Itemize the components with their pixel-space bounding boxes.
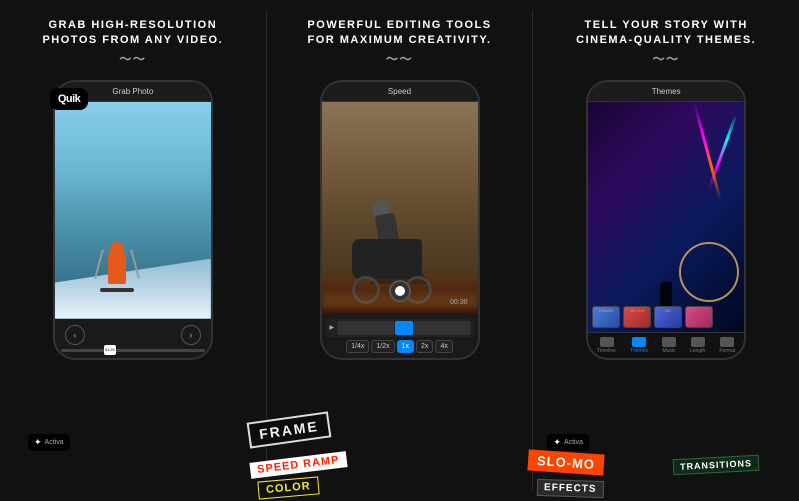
tab-timeline[interactable]: Timeline (597, 337, 616, 354)
phone-2: Speed (320, 80, 480, 360)
panel-3-heading: TELL YOUR STORY WITH CINEMA-QUALITY THEM… (576, 18, 756, 68)
phone-mockup-3: Themes TRAVEL (581, 80, 751, 370)
phone-3: Themes TRAVEL (586, 80, 746, 360)
speed-btn-1-4x[interactable]: 1/4x (346, 340, 369, 353)
skier-figure (108, 242, 126, 284)
panel-themes: TELL YOUR STORY WITH CINEMA-QUALITY THEM… (533, 0, 799, 501)
tab-themes[interactable]: Themes (630, 337, 648, 354)
speed-btn-1-2x[interactable]: 1/2x (371, 340, 394, 353)
timeline-bar[interactable]: 01:21 (61, 349, 205, 352)
phone-1-controls: ‹ › 01:21 (55, 319, 211, 358)
capture-button[interactable] (389, 280, 411, 302)
snowboarder-image (55, 102, 211, 319)
quik-badge: Quik (50, 88, 88, 110)
timeline-thumb: 01:21 (104, 345, 116, 355)
phone-mockup-1: Quik Grab Photo (48, 80, 218, 370)
tab-format[interactable]: Format (719, 337, 735, 354)
bottom-tab-bar: Timeline Themes Music (590, 337, 742, 354)
theme-thumb-travel[interactable]: TRAVEL (592, 306, 620, 328)
theme-thumb-bc[interactable]: BC (654, 306, 682, 328)
theme-thumb-4[interactable] (685, 306, 713, 328)
phone-2-header: Speed (322, 82, 478, 102)
bike-image: 00:30 (322, 102, 478, 314)
phone-3-header: Themes (588, 82, 744, 102)
panel-1-heading: GRAB HIGH-RESOLUTION PHOTOS FROM ANY VID… (42, 18, 223, 68)
app-container: GRAB HIGH-RESOLUTION PHOTOS FROM ANY VID… (0, 0, 799, 501)
phone-mockup-2: Speed (315, 80, 485, 370)
panel-2-heading: POWERFUL EDITING TOOLS FOR MAXIMUM CREAT… (307, 18, 491, 68)
phone-1: Grab Photo (53, 80, 213, 360)
panel-speed: POWERFUL EDITING TOOLS FOR MAXIMUM CREAT… (267, 0, 533, 501)
tab-length[interactable]: Length (690, 337, 705, 354)
tab-music[interactable]: Music (662, 337, 676, 354)
nav-arrows: ‹ › (61, 325, 205, 345)
prev-arrow[interactable]: ‹ (65, 325, 85, 345)
themes-image: TRAVEL GLITCH BC (588, 102, 744, 332)
speed-btn-4x[interactable]: 4x (435, 340, 452, 353)
speed-slider[interactable]: ▶ (326, 319, 474, 337)
speed-btn-2x[interactable]: 2x (416, 340, 433, 353)
speed-btn-1x[interactable]: 1x (397, 340, 414, 353)
panel-grab-photo: GRAB HIGH-RESOLUTION PHOTOS FROM ANY VID… (0, 0, 266, 501)
theme-thumbnails: TRAVEL GLITCH BC (588, 302, 744, 332)
phone-2-controls: ▶ 1/4x 1/2x 1x 2x 4x (322, 314, 478, 358)
next-arrow[interactable]: › (181, 325, 201, 345)
timestamp-2: 00:30 (450, 299, 468, 306)
phone-3-bottom-tabs: Timeline Themes Music (588, 332, 744, 358)
theme-thumb-glitch[interactable]: GLITCH (623, 306, 651, 328)
